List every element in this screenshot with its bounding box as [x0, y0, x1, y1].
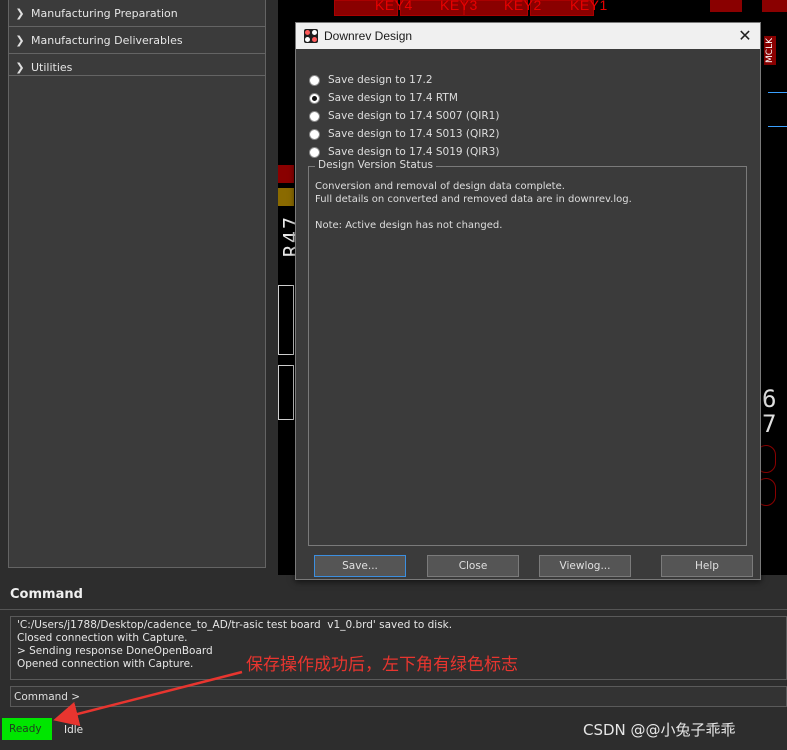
command-panel-title: Command	[10, 587, 83, 602]
nav-panel-empty-area	[9, 75, 265, 567]
key-label: KEY1	[570, 0, 608, 13]
pcb-trace	[768, 92, 787, 93]
pcb-pad	[278, 165, 294, 183]
status-message: Conversion and removal of design data co…	[315, 181, 632, 231]
divider	[0, 609, 787, 610]
pcb-digit: 7	[762, 410, 777, 438]
save-button[interactable]: Save...	[314, 555, 406, 577]
pcb-digit: 6	[762, 385, 777, 413]
group-legend: Design Version Status	[315, 159, 436, 171]
nav-item-label: Manufacturing Deliverables	[31, 33, 183, 47]
dialog-titlebar[interactable]: Downrev Design ✕	[296, 23, 760, 49]
chevron-right-icon: ❯	[15, 6, 25, 20]
option-label: Save design to 17.4 S007 (QIR1)	[328, 110, 500, 122]
downrev-design-dialog: Downrev Design ✕ Save design to 17.2 Sav…	[295, 22, 761, 580]
command-prompt: Command >	[14, 690, 81, 703]
component-outline	[278, 285, 294, 355]
design-version-status-group: Design Version Status Conversion and rem…	[308, 159, 747, 546]
pcb-pad	[710, 0, 742, 12]
dialog-title: Downrev Design	[324, 29, 413, 43]
pcb-pad	[278, 188, 294, 206]
version-options: Save design to 17.2 Save design to 17.4 …	[309, 71, 499, 161]
close-button[interactable]: Close	[427, 555, 519, 577]
nav-item-manufacturing-deliverables[interactable]: ❯ Manufacturing Deliverables	[9, 27, 265, 54]
option-label: Save design to 17.2	[328, 74, 433, 86]
radio-button[interactable]	[309, 110, 320, 122]
annotation-text: 保存操作成功后，左下角有绿色标志	[246, 655, 518, 675]
option-17-4-rtm[interactable]: Save design to 17.4 RTM	[309, 89, 499, 107]
ready-status-badge: Ready	[2, 718, 52, 740]
watermark: CSDN @@小兔子乖乖	[583, 721, 736, 739]
option-17-4-s013[interactable]: Save design to 17.4 S013 (QIR2)	[309, 125, 499, 143]
chevron-right-icon: ❯	[15, 33, 25, 47]
nav-item-manufacturing-preparation[interactable]: ❯ Manufacturing Preparation	[9, 0, 265, 27]
chevron-right-icon: ❯	[15, 60, 25, 74]
radio-button[interactable]	[309, 146, 320, 158]
app-icon	[304, 29, 318, 43]
radio-button[interactable]	[309, 74, 320, 86]
pcb-pad	[762, 0, 787, 12]
net-label: MCLK	[764, 36, 776, 65]
key-label: KEY4	[375, 0, 413, 13]
option-17-2[interactable]: Save design to 17.2	[309, 71, 499, 89]
pcb-trace	[768, 126, 787, 127]
nav-item-label: Manufacturing Preparation	[31, 6, 178, 20]
option-label: Save design to 17.4 RTM	[328, 92, 458, 104]
component-outline	[278, 365, 294, 420]
key-label: KEY3	[440, 0, 478, 13]
radio-button[interactable]	[309, 92, 320, 104]
key-label: KEY2	[504, 0, 542, 13]
left-nav-panel: ❯ Manufacturing Preparation ❯ Manufactur…	[8, 0, 266, 568]
option-label: Save design to 17.4 S019 (QIR3)	[328, 146, 500, 158]
app-window: ❯ Manufacturing Preparation ❯ Manufactur…	[0, 0, 787, 750]
idle-status-text: Idle	[64, 724, 84, 736]
viewlog-button[interactable]: Viewlog...	[539, 555, 631, 577]
nav-item-label: Utilities	[31, 60, 73, 74]
command-input[interactable]: Command >	[10, 686, 787, 707]
help-button[interactable]: Help	[661, 555, 753, 577]
close-icon[interactable]: ✕	[730, 26, 760, 46]
radio-button[interactable]	[309, 128, 320, 140]
option-label: Save design to 17.4 S013 (QIR2)	[328, 128, 500, 140]
option-17-4-s007[interactable]: Save design to 17.4 S007 (QIR1)	[309, 107, 499, 125]
